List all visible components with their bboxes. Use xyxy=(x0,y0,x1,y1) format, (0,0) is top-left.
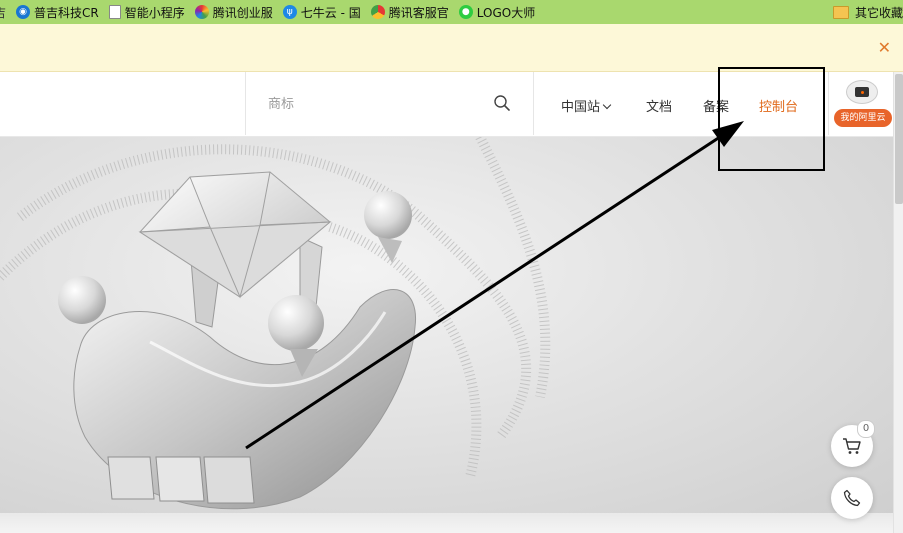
annotation-arrow xyxy=(245,121,744,450)
